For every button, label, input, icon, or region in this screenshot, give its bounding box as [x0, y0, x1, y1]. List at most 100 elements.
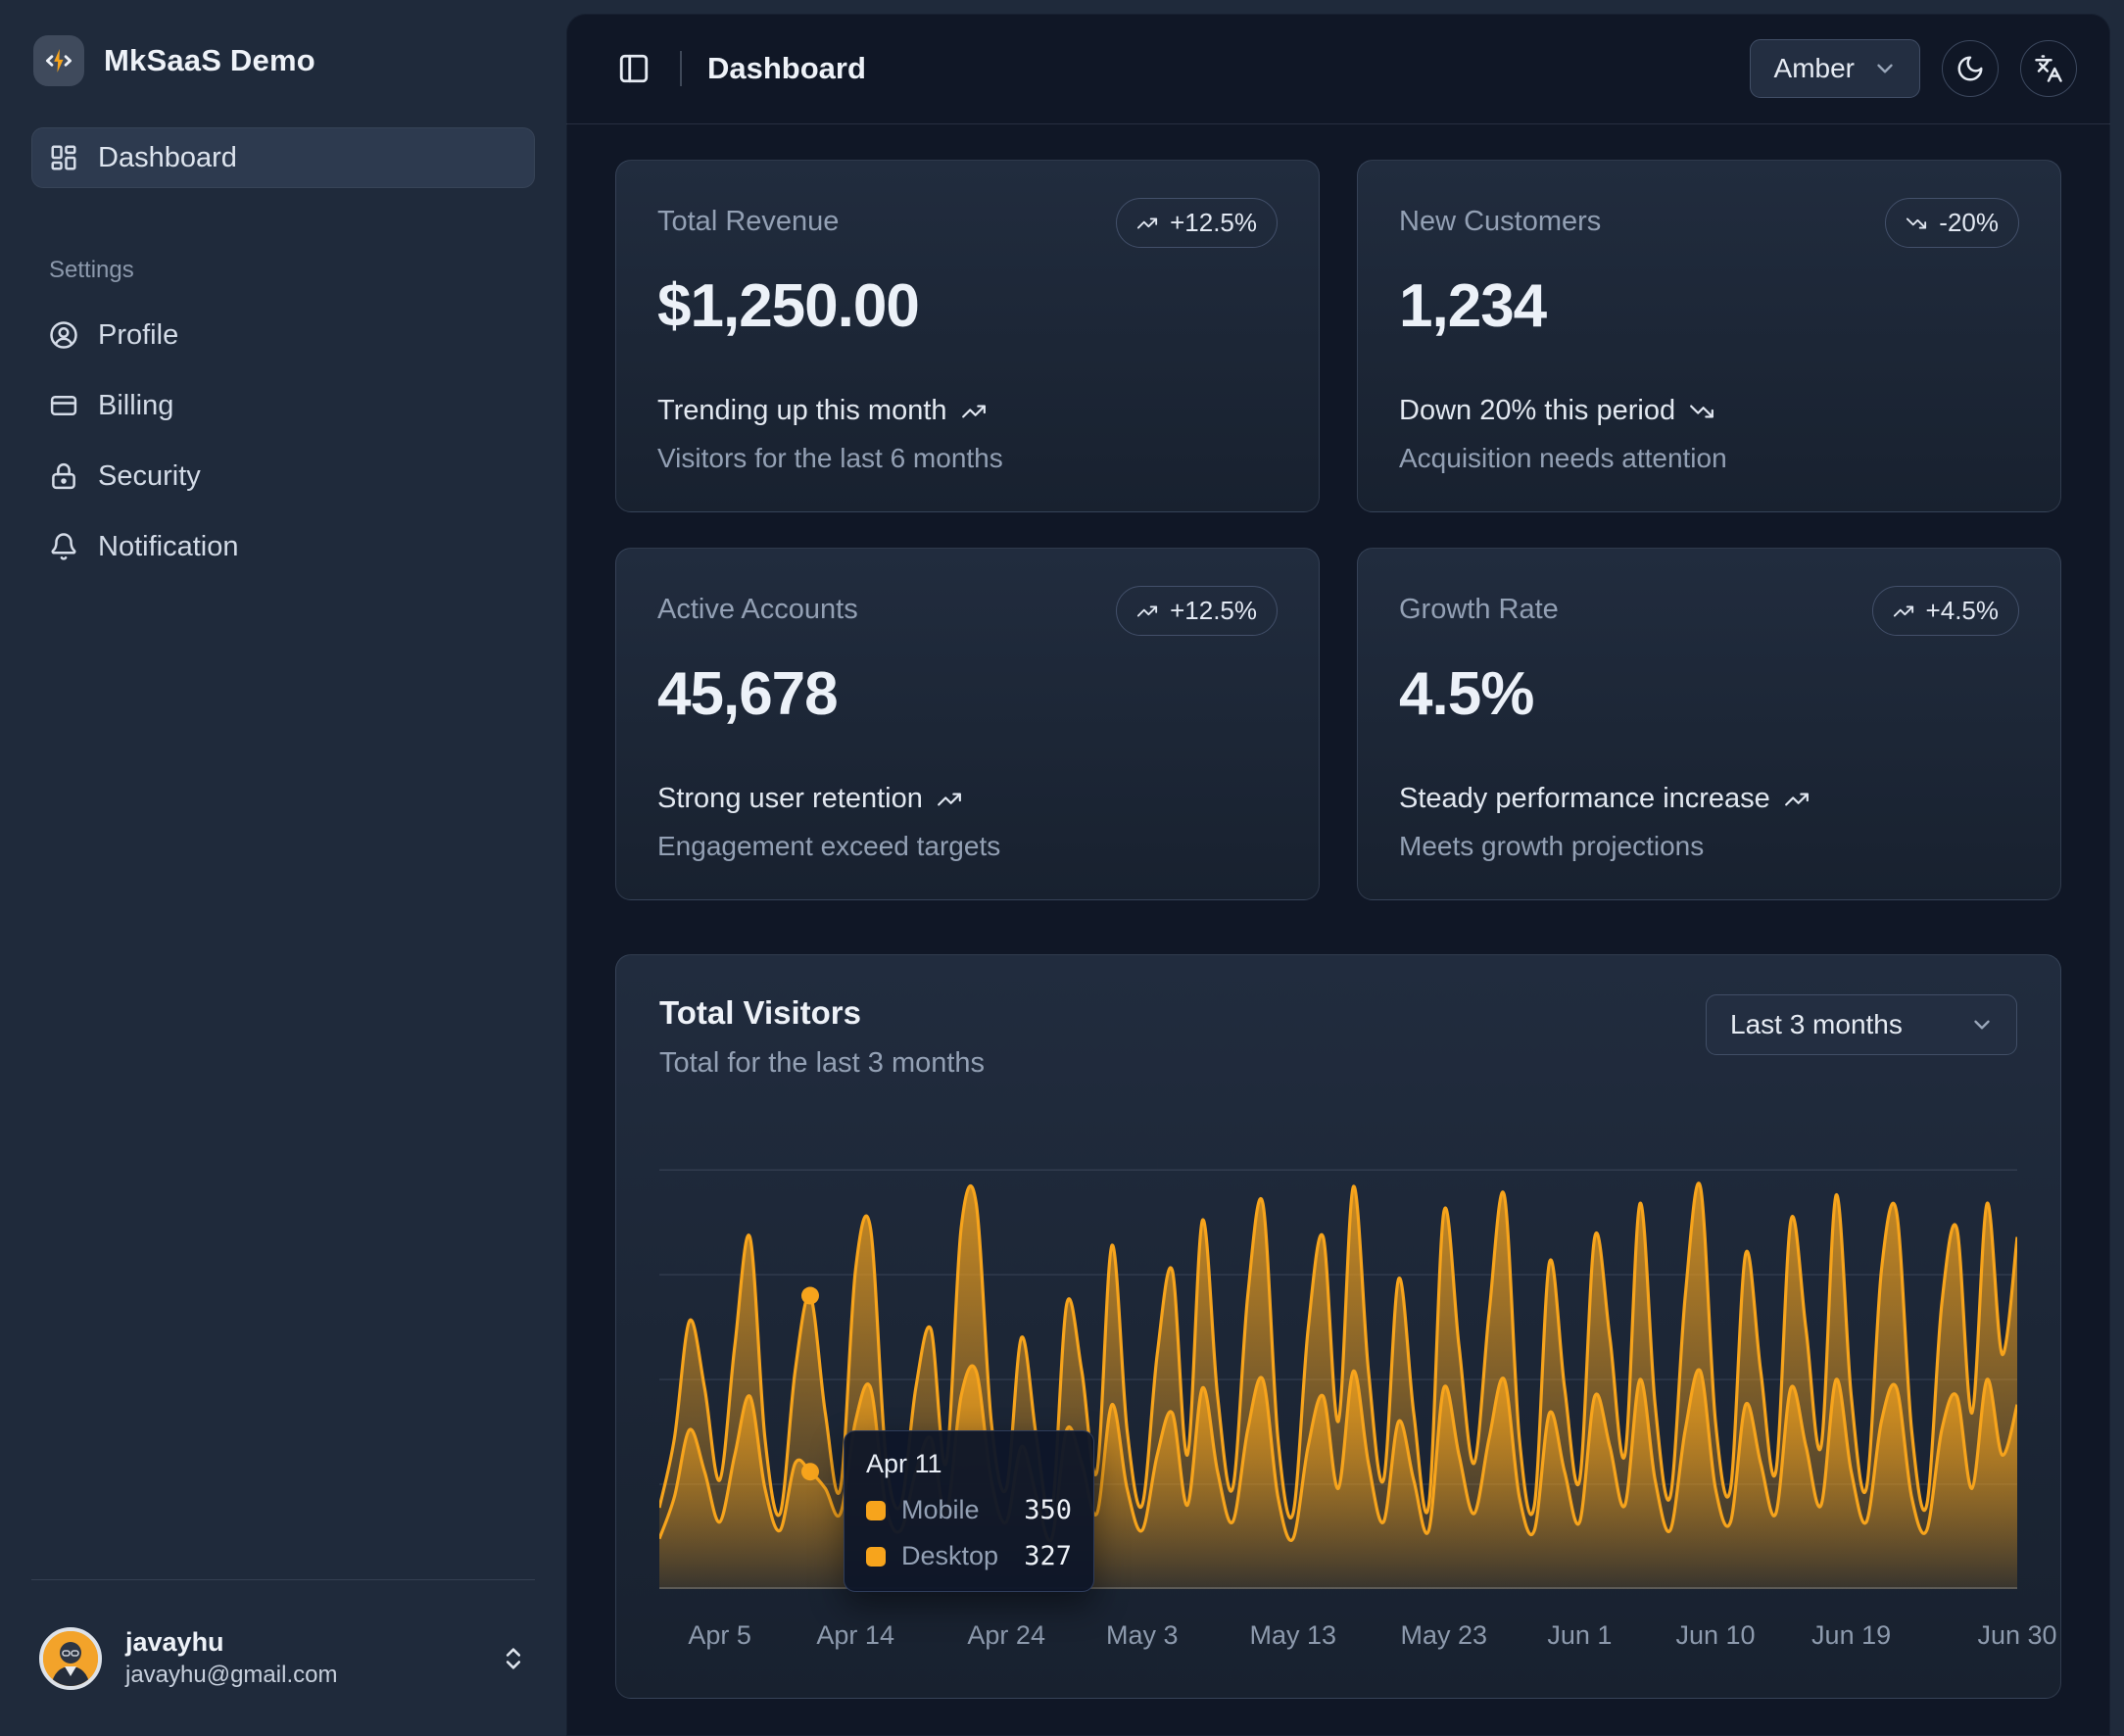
stat-value: 45,678	[657, 659, 1278, 729]
stat-subline: Engagement exceed targets	[657, 831, 1278, 862]
divider	[680, 51, 682, 86]
mobile-series-swatch	[866, 1501, 886, 1520]
trending-down-icon	[1689, 399, 1714, 424]
chart-tooltip: Apr 11 Mobile 350 Desktop 327	[844, 1430, 1094, 1592]
sidebar-item-label: Security	[98, 460, 201, 493]
stats-grid: Total Revenue +12.5% $1,250.00 Trending …	[615, 160, 2061, 900]
x-tick-label: May 13	[1250, 1620, 1337, 1651]
chevrons-up-down-icon	[500, 1645, 527, 1672]
user-circle-icon	[49, 320, 78, 350]
dashboard-icon	[49, 143, 78, 172]
stat-footline: Steady performance increase	[1399, 783, 1770, 815]
desktop-series-swatch	[866, 1547, 886, 1567]
panel-left-icon	[617, 52, 651, 85]
trending-up-icon	[937, 787, 962, 812]
sidebar-item-label: Profile	[98, 319, 178, 352]
trend-badge-value: +12.5%	[1170, 596, 1257, 626]
x-tick-label: Apr 14	[816, 1620, 894, 1651]
main-panel: Dashboard Amber Total Revenu	[566, 14, 2110, 1736]
moon-icon	[1955, 54, 1985, 83]
trend-badge-value: -20%	[1939, 208, 1999, 238]
sidebar-toggle-button[interactable]	[609, 44, 658, 93]
trend-badge: -20%	[1885, 198, 2019, 248]
stat-label: Growth Rate	[1399, 586, 1559, 626]
language-button[interactable]	[2020, 40, 2077, 97]
sidebar-item-label: Notification	[98, 531, 238, 563]
languages-icon	[2034, 54, 2063, 83]
x-tick-label: Jun 19	[1811, 1620, 1891, 1651]
visitors-area-chart[interactable]: Apr 11 Mobile 350 Desktop 327	[659, 1138, 2017, 1589]
chart-subtitle: Total for the last 3 months	[659, 1047, 985, 1080]
sidebar-item-label: Dashboard	[98, 142, 237, 174]
sidebar-item-billing[interactable]: Billing	[31, 376, 535, 435]
topbar: Dashboard Amber	[566, 14, 2110, 124]
trending-up-icon	[1136, 213, 1158, 234]
stat-subline: Meets growth projections	[1399, 831, 2019, 862]
x-tick-label: Jun 10	[1675, 1620, 1755, 1651]
trend-badge: +12.5%	[1116, 198, 1278, 248]
stat-value: $1,250.00	[657, 271, 1278, 341]
app-logo-row: MkSaaS Demo	[31, 29, 535, 92]
stat-label: Active Accounts	[657, 586, 858, 626]
sidebar-item-notification[interactable]: Notification	[31, 517, 535, 576]
x-tick-label: Apr 24	[967, 1620, 1045, 1651]
stat-card-new-customers: New Customers -20% 1,234 Down 20% this p…	[1357, 160, 2061, 512]
tooltip-series-label: Desktop	[901, 1541, 998, 1571]
trend-badge: +4.5%	[1872, 586, 2019, 636]
theme-select[interactable]: Amber	[1750, 39, 1920, 98]
stat-label: Total Revenue	[657, 198, 839, 238]
trending-up-icon	[1893, 601, 1914, 622]
stat-footline: Trending up this month	[657, 395, 947, 427]
trend-badge-value: +12.5%	[1170, 208, 1257, 238]
sidebar-item-security[interactable]: Security	[31, 447, 535, 506]
time-range-select[interactable]: Last 3 months	[1706, 994, 2017, 1055]
trend-badge: +12.5%	[1116, 586, 1278, 636]
chart-x-axis: Apr 5 Apr 14 Apr 24 May 3 May 13 May 23 Jun 1 J…	[659, 1607, 2017, 1665]
avatar	[39, 1627, 102, 1690]
theme-select-value: Amber	[1774, 53, 1855, 84]
stat-subline: Visitors for the last 6 months	[657, 443, 1278, 474]
tooltip-series-value: 350	[1024, 1495, 1072, 1525]
total-visitors-card: Total Visitors Total for the last 3 mont…	[615, 954, 2061, 1699]
stat-subline: Acquisition needs attention	[1399, 443, 2019, 474]
x-tick-label: May 23	[1401, 1620, 1488, 1651]
sidebar-item-label: Billing	[98, 390, 173, 422]
trending-up-icon	[961, 399, 987, 424]
trend-badge-value: +4.5%	[1926, 596, 1999, 626]
chevron-down-icon	[1969, 1012, 1995, 1037]
user-email: javayhu@gmail.com	[125, 1662, 476, 1689]
lock-icon	[49, 461, 78, 491]
trending-down-icon	[1906, 213, 1927, 234]
user-name: javayhu	[125, 1627, 476, 1658]
time-range-value: Last 3 months	[1730, 1009, 1903, 1040]
theme-mode-button[interactable]	[1942, 40, 1999, 97]
app-title: MkSaaS Demo	[104, 43, 315, 78]
stat-label: New Customers	[1399, 198, 1601, 238]
sidebar-item-dashboard[interactable]: Dashboard	[31, 127, 535, 188]
stat-card-active-accounts: Active Accounts +12.5% 45,678 Strong use…	[615, 548, 1320, 900]
sidebar-section-settings: Settings	[49, 257, 535, 284]
tooltip-series-label: Mobile	[901, 1495, 980, 1525]
stat-value: 1,234	[1399, 271, 2019, 341]
stat-value: 4.5%	[1399, 659, 2019, 729]
bell-icon	[49, 532, 78, 561]
x-tick-label: Jun 30	[1977, 1620, 2056, 1651]
stat-card-total-revenue: Total Revenue +12.5% $1,250.00 Trending …	[615, 160, 1320, 512]
sidebar-item-profile[interactable]: Profile	[31, 306, 535, 364]
credit-card-icon	[49, 391, 78, 420]
tooltip-title: Apr 11	[866, 1449, 1072, 1479]
stat-card-growth-rate: Growth Rate +4.5% 4.5% Steady performanc…	[1357, 548, 2061, 900]
user-menu[interactable]: javayhu javayhu@gmail.com	[31, 1579, 535, 1736]
stat-footline: Strong user retention	[657, 783, 923, 815]
stat-footline: Down 20% this period	[1399, 395, 1675, 427]
chevron-down-icon	[1872, 56, 1898, 81]
x-tick-label: Jun 1	[1547, 1620, 1612, 1651]
chart-title: Total Visitors	[659, 994, 985, 1032]
tooltip-series-value: 327	[1024, 1541, 1072, 1571]
app-logo-icon	[33, 35, 84, 86]
x-tick-label: May 3	[1106, 1620, 1179, 1651]
x-tick-label: Apr 5	[688, 1620, 751, 1651]
sidebar: MkSaaS Demo Dashboard Settings Profile B…	[0, 0, 566, 1736]
page-title: Dashboard	[707, 51, 866, 86]
trending-up-icon	[1784, 787, 1810, 812]
